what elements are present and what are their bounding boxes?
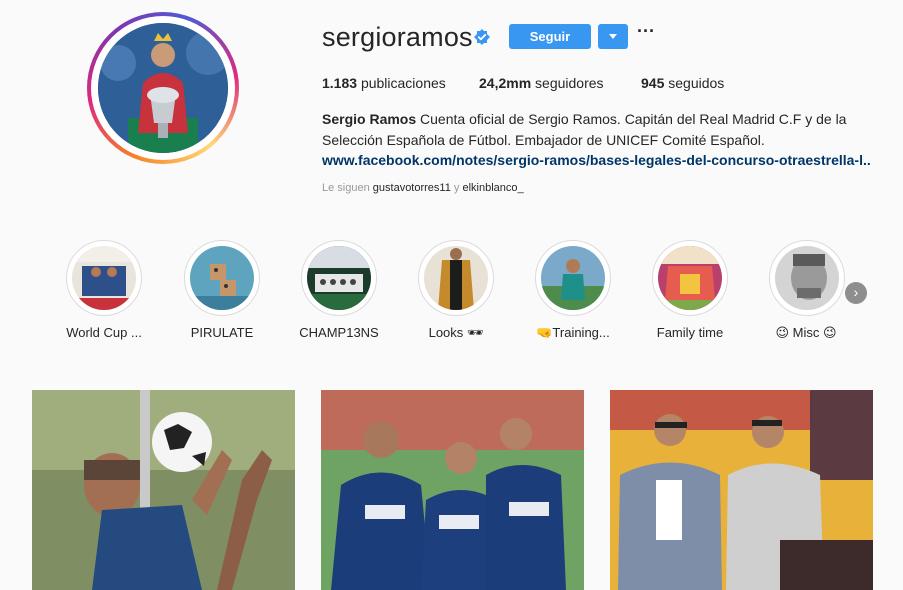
followed-by-joiner: y (453, 182, 460, 194)
highlight-cover (424, 246, 488, 310)
highlight-label: Family time (656, 325, 724, 340)
highlight-ring (652, 240, 728, 316)
highlight-cover (72, 246, 136, 310)
highlight-label: Looks 🕶 (428, 325, 484, 340)
highlight-label: 😉 Misc 😉 (775, 325, 837, 340)
story-highlight[interactable] (66, 240, 142, 316)
stat-followers[interactable]: 24,2mm seguidores (479, 75, 604, 91)
highlight-label: 🤜Training... (536, 325, 610, 340)
stat-following[interactable]: 945 seguidos (641, 75, 724, 91)
post-image (32, 390, 295, 590)
highlight-ring (535, 240, 611, 316)
followed-by[interactable]: Le siguen gustavotorres11 y elkinblanco_ (322, 182, 524, 194)
post-thumbnail[interactable] (32, 390, 295, 590)
highlight-cover (541, 246, 605, 310)
profile-bio: Sergio Ramos Cuenta oficial de Sergio Ra… (322, 109, 882, 151)
profile-username: sergioramos (322, 22, 473, 52)
highlight-ring (301, 240, 377, 316)
followers-count: 24,2mm (479, 75, 532, 91)
post-image (321, 390, 584, 590)
profile-avatar[interactable] (87, 12, 239, 164)
highlight-cover (775, 246, 839, 310)
followed-by-user[interactable]: gustavotorres11 (373, 182, 451, 194)
story-highlight[interactable] (652, 240, 728, 316)
highlight-ring (769, 240, 845, 316)
story-highlight[interactable] (418, 240, 494, 316)
post-thumbnail[interactable] (321, 390, 584, 590)
followed-by-prefix: Le siguen (322, 182, 370, 194)
highlight-label: World Cup ... (66, 325, 142, 340)
highlight-cover (658, 246, 722, 310)
highlight-ring (184, 240, 260, 316)
avatar-ring-gap (91, 16, 235, 160)
story-highlight[interactable] (301, 240, 377, 316)
bio-external-link[interactable]: www.facebook.com/notes/sergio-ramos/base… (322, 151, 870, 169)
chevron-down-icon (609, 34, 617, 39)
suggested-accounts-dropdown-button[interactable] (598, 24, 628, 49)
bio-full-name: Sergio Ramos (322, 111, 417, 127)
post-image (610, 390, 873, 590)
highlight-ring (66, 240, 142, 316)
more-options-icon[interactable]: ··· (637, 22, 655, 44)
verified-badge-icon (474, 29, 490, 45)
highlight-ring (418, 240, 494, 316)
story-highlight[interactable] (535, 240, 611, 316)
story-highlight[interactable] (769, 240, 845, 316)
highlight-label: CHAMP13NS (299, 325, 379, 340)
stat-posts: 1.183 publicaciones (322, 75, 446, 91)
story-highlight[interactable] (184, 240, 260, 316)
posts-label: publicaciones (360, 75, 446, 91)
following-label: seguidos (668, 75, 725, 91)
followed-by-user[interactable]: elkinblanco_ (462, 182, 523, 194)
avatar-image (98, 23, 228, 153)
follow-button[interactable]: Seguir (509, 24, 591, 49)
bio-text-line1: Cuenta oficial de Sergio Ramos. Capitán … (420, 111, 847, 127)
following-count: 945 (641, 75, 665, 91)
posts-count: 1.183 (322, 75, 358, 91)
highlight-cover (307, 246, 371, 310)
followers-label: seguidores (535, 75, 604, 91)
post-thumbnail[interactable] (610, 390, 873, 590)
bio-text-line2: Selección Española de Fútbol. Embajador … (322, 132, 765, 148)
highlight-label: PIRULATE (190, 325, 254, 340)
highlight-cover (190, 246, 254, 310)
highlights-next-icon[interactable]: › (845, 282, 867, 304)
